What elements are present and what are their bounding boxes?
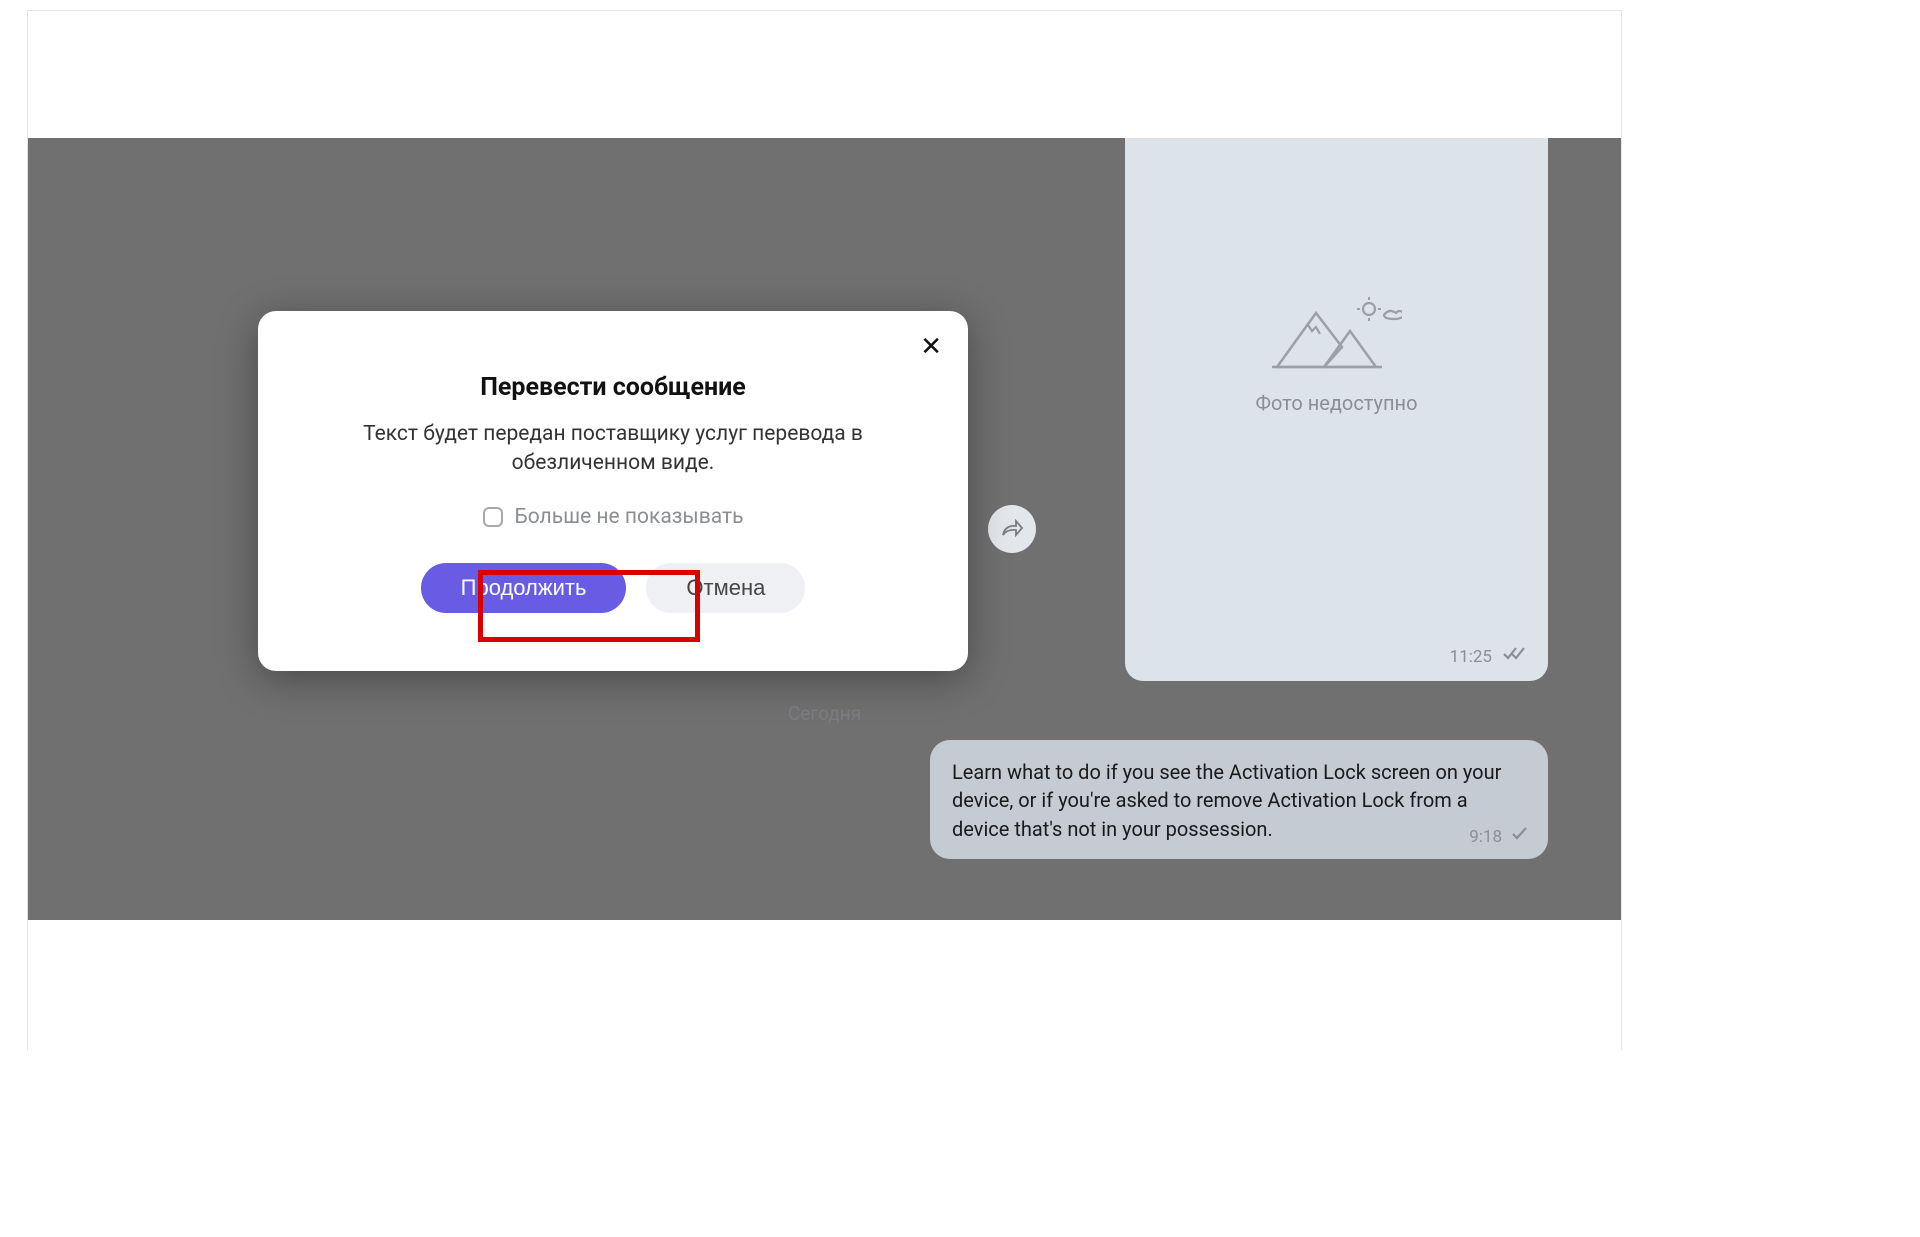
modal-title: Перевести сообщение — [302, 373, 924, 402]
modal-button-row: Продолжить Отмена — [302, 563, 924, 613]
forward-icon — [1000, 519, 1024, 539]
photo-bubble: Фото недоступно 11:25 — [1125, 138, 1548, 681]
message-timestamp: 9:18 — [1469, 825, 1502, 849]
chat-background: Фото недоступно 11:25 Сегодня Learn what… — [28, 138, 1621, 920]
photo-unavailable-label: Фото недоступно — [1256, 391, 1418, 415]
top-whitespace — [28, 11, 1621, 138]
bottom-whitespace — [28, 920, 1621, 1051]
photo-placeholder: Фото недоступно — [1256, 295, 1418, 415]
message-text: Learn what to do if you see the Activati… — [952, 760, 1501, 841]
modal-body-text: Текст будет передан поставщику услуг пер… — [302, 420, 924, 479]
sent-tick-icon — [1510, 820, 1530, 848]
message-bubble[interactable]: Learn what to do if you see the Activati… — [930, 740, 1548, 859]
forward-button[interactable] — [988, 505, 1036, 553]
continue-button[interactable]: Продолжить — [421, 563, 627, 613]
close-button[interactable]: ✕ — [920, 333, 942, 359]
date-separator: Сегодня — [788, 702, 861, 725]
checkbox[interactable] — [483, 507, 503, 527]
checkbox-label: Больше не показывать — [515, 505, 744, 529]
photo-timestamp: 11:25 — [1450, 647, 1492, 667]
outer-frame: Фото недоступно 11:25 Сегодня Learn what… — [27, 10, 1622, 1050]
read-ticks-icon — [1502, 646, 1530, 666]
cancel-button[interactable]: Отмена — [646, 563, 805, 613]
close-icon: ✕ — [920, 331, 942, 361]
translate-modal: ✕ Перевести сообщение Текст будет переда… — [258, 311, 968, 671]
dont-show-row[interactable]: Больше не показывать — [302, 505, 924, 529]
mountain-icon — [1272, 295, 1402, 375]
